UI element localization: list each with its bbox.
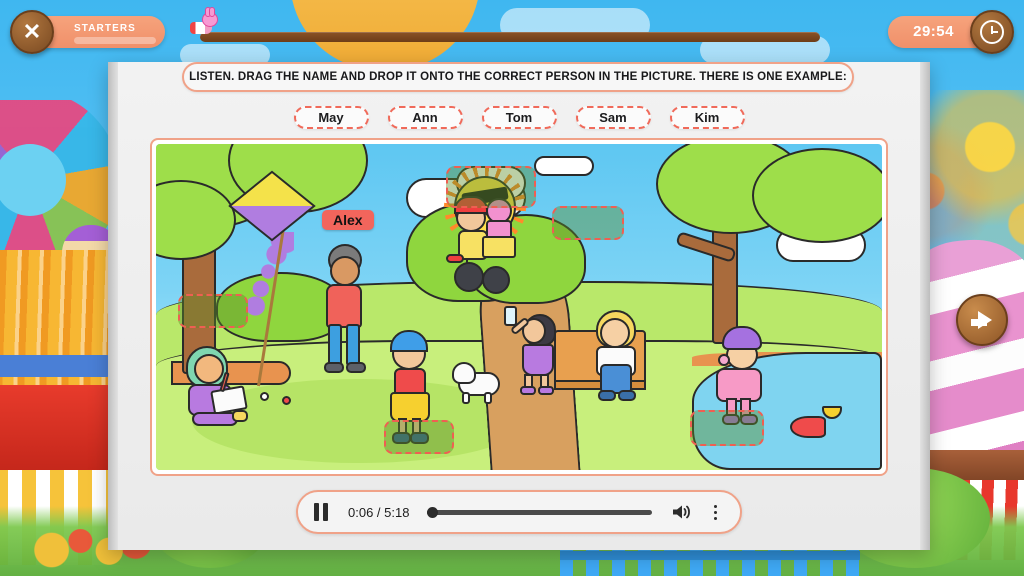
- dropzone-cyclist[interactable]: [446, 166, 536, 208]
- cyclist-shoe: [446, 254, 464, 263]
- figure-girl-drawing: [178, 346, 258, 430]
- blue-bar-decor: [0, 355, 110, 377]
- close-x-icon: ✕: [22, 19, 42, 44]
- name-chip-kim[interactable]: Kim: [669, 106, 745, 129]
- boy-kite-shirt: [326, 284, 362, 328]
- figure-girl-on-bench: [590, 310, 646, 404]
- volume-high-icon[interactable]: [670, 502, 692, 522]
- pause-icon[interactable]: [314, 503, 334, 521]
- clock-icon: [980, 20, 1004, 44]
- figure-boy-with-kite: [316, 244, 372, 374]
- next-button[interactable]: [956, 294, 1008, 346]
- timer-value: 29:54: [913, 23, 954, 40]
- boy-kite-leg-l: [328, 324, 342, 366]
- dog-head: [452, 362, 476, 384]
- dog-leg-l: [462, 392, 470, 404]
- scene-illustration: Alex: [156, 144, 882, 470]
- bike-wheel-back: [454, 262, 484, 292]
- audio-seek-bar[interactable]: [427, 506, 652, 518]
- lesson-progress-track[interactable]: [200, 32, 820, 42]
- picture-frame: Alex: [150, 138, 888, 476]
- flower-white: [260, 392, 269, 401]
- app-stage: •• STARTERS ✕ 29:54: [0, 0, 1024, 576]
- name-chip-tom[interactable]: Tom: [481, 106, 557, 129]
- boy-kite-shoe-l: [324, 362, 344, 373]
- arrow-right-stem: [971, 319, 987, 326]
- pond-girl-jacket: [716, 368, 762, 402]
- dropzone-pond-girl[interactable]: [690, 410, 764, 446]
- card-edge-left: [108, 62, 118, 550]
- audio-time-display: 0:06 / 5:18: [348, 504, 410, 520]
- name-chip-tray: May Ann Tom Sam Kim: [108, 106, 930, 129]
- fries-cup-decor: [0, 385, 120, 475]
- figure-girl-selfie: [504, 304, 564, 395]
- figure-white-dog: [452, 362, 508, 404]
- flower-red: [282, 396, 291, 405]
- boy-kite-face: [330, 256, 360, 286]
- selfie-shoe-r: [538, 386, 554, 395]
- close-button[interactable]: ✕: [10, 10, 54, 54]
- level-subbar: [74, 37, 156, 44]
- audio-player: 0:06 / 5:18: [296, 490, 742, 534]
- name-chip-ann[interactable]: Ann: [387, 106, 463, 129]
- boy-kite-leg-r: [346, 324, 360, 366]
- pond-girl-hat: [722, 326, 762, 350]
- dropzone-girl-drawing[interactable]: [178, 294, 248, 328]
- dropzone-bench-kids[interactable]: [552, 206, 624, 240]
- bench-girl-shoe-r: [618, 390, 636, 401]
- background-fence-rail: [560, 551, 860, 560]
- selfie-shoe-l: [520, 386, 536, 395]
- level-label: STARTERS: [74, 23, 136, 34]
- bunny-icon: [202, 7, 218, 27]
- tree-foliage-right-2: [752, 148, 882, 243]
- scene-cloud-4: [534, 156, 594, 176]
- audio-seek-knob[interactable]: [427, 506, 439, 518]
- instruction-banner: LISTEN. DRAG THE NAME AND DROP IT ONTO T…: [182, 62, 854, 92]
- cap-boy-shorts: [390, 392, 430, 422]
- cap-boy-cap: [390, 330, 428, 352]
- figure-cyclist-with-cat: [446, 196, 522, 306]
- pause-bar-left: [314, 503, 319, 521]
- background-carnival-left: [0, 100, 120, 576]
- bike-wheel-front: [482, 266, 510, 294]
- activity-card: LISTEN. DRAG THE NAME AND DROP IT ONTO T…: [108, 62, 930, 550]
- drawing-girl-shoe: [232, 410, 248, 422]
- kebab-dot-1: [713, 504, 717, 508]
- smartphone-icon: [504, 306, 517, 326]
- card-edge-right: [920, 62, 930, 550]
- selfie-dress: [522, 344, 554, 376]
- dog-leg-r: [484, 392, 492, 404]
- clock-button[interactable]: [970, 10, 1014, 54]
- dropzone-boy-cap[interactable]: [384, 420, 454, 454]
- bike-basket: [482, 236, 516, 258]
- fish-icon: [790, 416, 826, 438]
- boy-kite-shoe-r: [346, 362, 366, 373]
- pause-bar-right: [323, 503, 328, 521]
- pond-girl-pompom: [718, 354, 730, 366]
- name-chip-may[interactable]: May: [293, 106, 369, 129]
- kebab-dot-3: [713, 516, 717, 520]
- name-chip-sam[interactable]: Sam: [575, 106, 651, 129]
- top-bar: STARTERS ✕ 29:54: [0, 0, 1024, 62]
- kebab-menu-icon[interactable]: [706, 502, 724, 522]
- drawing-girl-face: [194, 354, 224, 384]
- answer-chip-alex[interactable]: Alex: [322, 210, 374, 230]
- kebab-dot-2: [713, 510, 717, 514]
- bench-girl-face: [600, 318, 630, 348]
- rocket-bunny-icon: [190, 7, 224, 44]
- instruction-text: LISTEN. DRAG THE NAME AND DROP IT ONTO T…: [189, 71, 847, 83]
- bench-girl-shoe-l: [598, 390, 616, 401]
- lesson-progress: [190, 7, 820, 44]
